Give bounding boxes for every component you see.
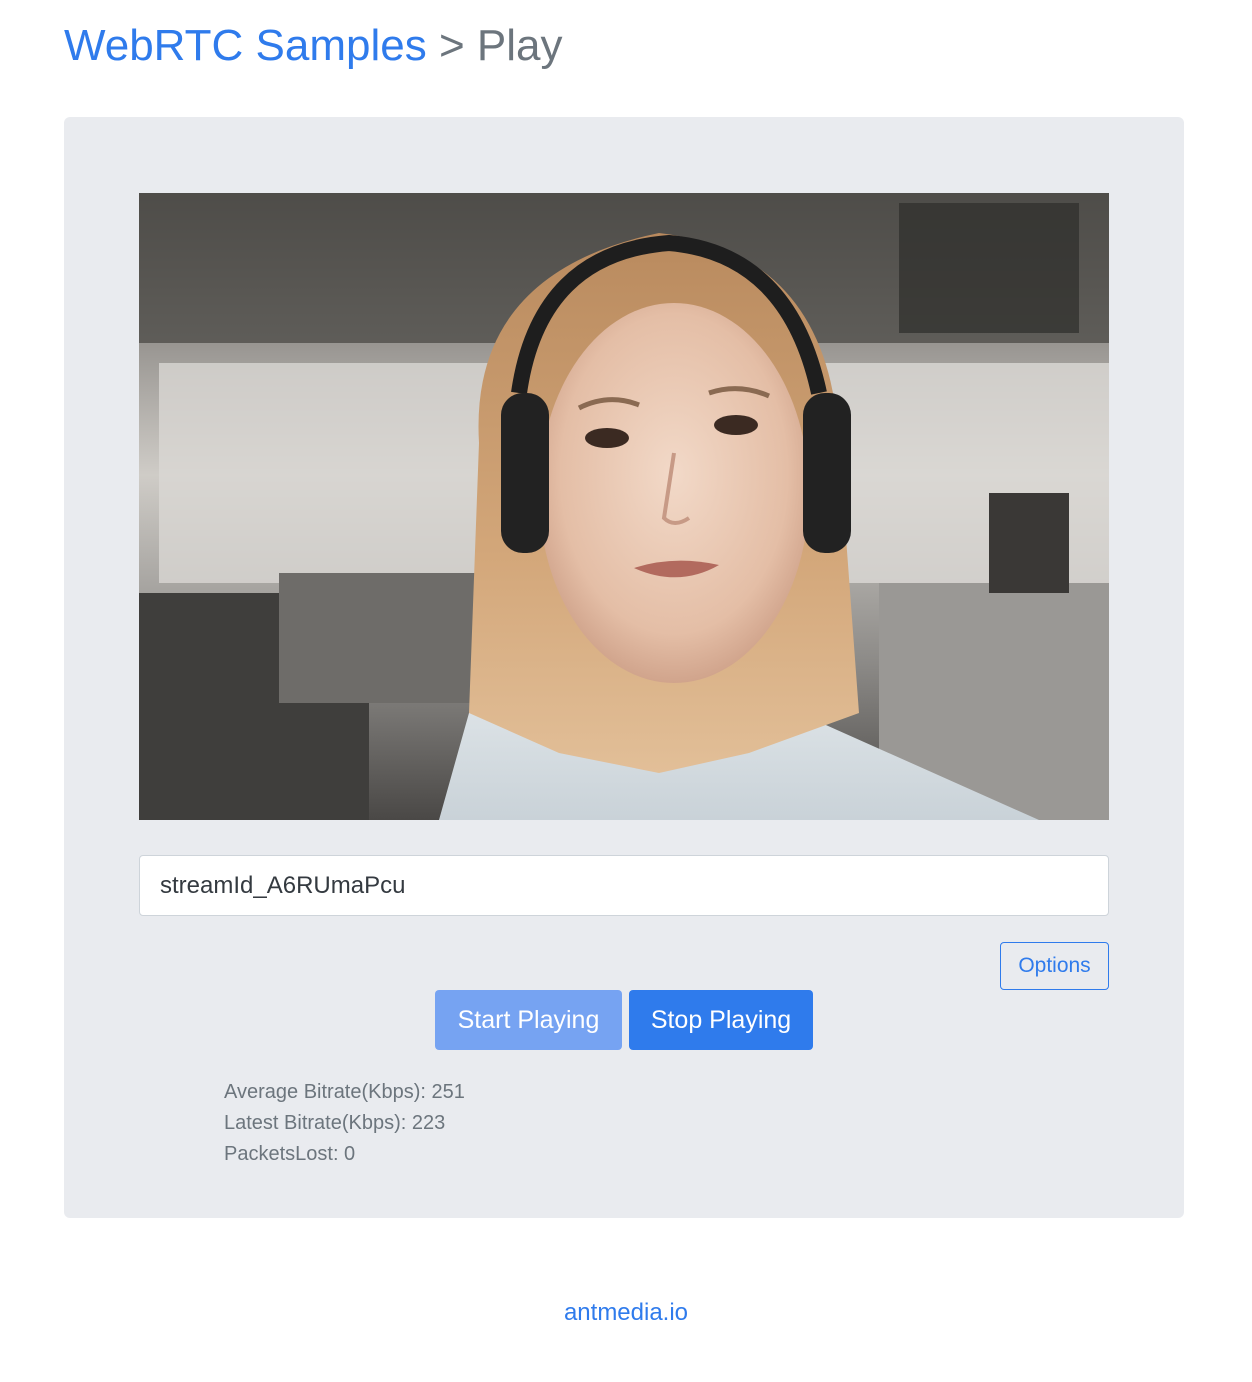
average-bitrate: Average Bitrate(Kbps): 251 [224,1081,465,1103]
breadcrumb-separator: > [426,21,477,70]
stop-playing-button[interactable]: Stop Playing [629,990,813,1050]
packets-lost: PacketsLost: 0 [224,1143,356,1165]
stream-stats: Average Bitrate(Kbps): 251 Latest Bitrat… [224,1077,465,1170]
remote-video[interactable] [139,193,1109,820]
options-button[interactable]: Options [1000,942,1109,990]
footer: antmedia.io [0,1296,1252,1330]
player-panel: Options Start Playing Stop Playing Avera… [64,117,1184,1218]
page-name: Play [476,21,563,70]
page-title: WebRTC Samples > Play [64,18,562,74]
webrtc-samples-link[interactable]: WebRTC Samples [64,21,427,70]
start-playing-button[interactable]: Start Playing [435,990,622,1050]
video-frame-image [139,193,1109,820]
stream-id-input[interactable] [139,855,1109,916]
antmedia-link[interactable]: antmedia.io [564,1299,688,1326]
latest-bitrate: Latest Bitrate(Kbps): 223 [224,1112,446,1134]
